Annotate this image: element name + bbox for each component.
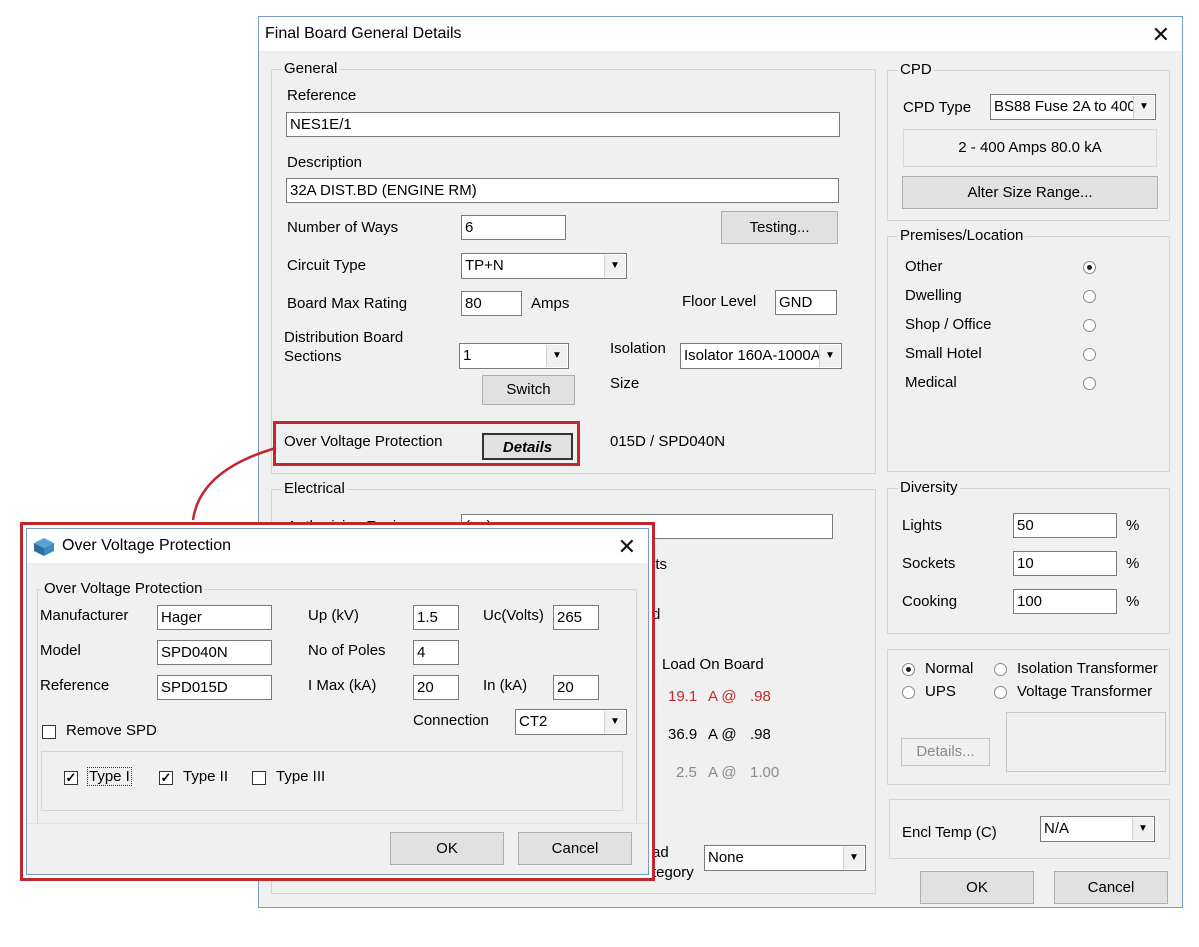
ovp-dialog-frame: Over Voltage Protection ✕ Over Voltage P… [20, 522, 655, 881]
app-cube-icon [34, 538, 54, 556]
connection-select[interactable]: CT2 ▼ [515, 709, 627, 735]
imax-input[interactable]: 20 [413, 675, 459, 700]
connection-value: CT2 [519, 713, 548, 730]
remove-spd-checkbox[interactable] [42, 725, 56, 739]
ovp-dialog: Over Voltage Protection ✕ Over Voltage P… [26, 528, 649, 875]
ovp-title-bar: Over Voltage Protection ✕ [27, 529, 648, 563]
type-ii-checkbox[interactable]: ✓ [159, 771, 173, 785]
ovp-ok-button[interactable]: OK [390, 832, 504, 865]
poles-label: No of Poles [308, 642, 386, 659]
manufacturer-input[interactable]: Hager [157, 605, 272, 630]
type-i-checkbox[interactable]: ✓ [64, 771, 78, 785]
ovp-button-bar: OK Cancel [27, 823, 648, 874]
in-label: In (kA) [483, 677, 528, 694]
type-iii-label: Type III [276, 768, 326, 785]
ovp-cancel-button[interactable]: Cancel [518, 832, 632, 865]
uc-label: Uc(Volts) [483, 607, 544, 624]
up-input[interactable]: 1.5 [413, 605, 459, 630]
poles-input[interactable]: 4 [413, 640, 459, 665]
remove-spd-label: Remove SPD [66, 722, 157, 739]
callout-line [191, 446, 277, 521]
close-icon[interactable]: ✕ [618, 536, 636, 558]
type-i-label: Type I [87, 767, 132, 786]
in-input[interactable]: 20 [553, 675, 599, 700]
model-input[interactable]: SPD040N [157, 640, 272, 665]
chevron-down-icon[interactable]: ▼ [604, 711, 625, 733]
connection-label: Connection [413, 712, 489, 729]
type-iii-checkbox[interactable] [252, 771, 266, 785]
imax-label: I Max (kA) [308, 677, 377, 694]
type-ii-label: Type II [183, 768, 229, 785]
model-label: Model [40, 642, 81, 659]
ovp-group-label: Over Voltage Protection [42, 580, 205, 597]
ovp-reference-label: Reference [40, 677, 110, 694]
uc-input[interactable]: 265 [553, 605, 599, 630]
manufacturer-label: Manufacturer [40, 607, 129, 624]
up-label: Up (kV) [308, 607, 359, 624]
ovp-dialog-title: Over Voltage Protection [62, 537, 231, 554]
ovp-reference-input[interactable]: SPD015D [157, 675, 272, 700]
